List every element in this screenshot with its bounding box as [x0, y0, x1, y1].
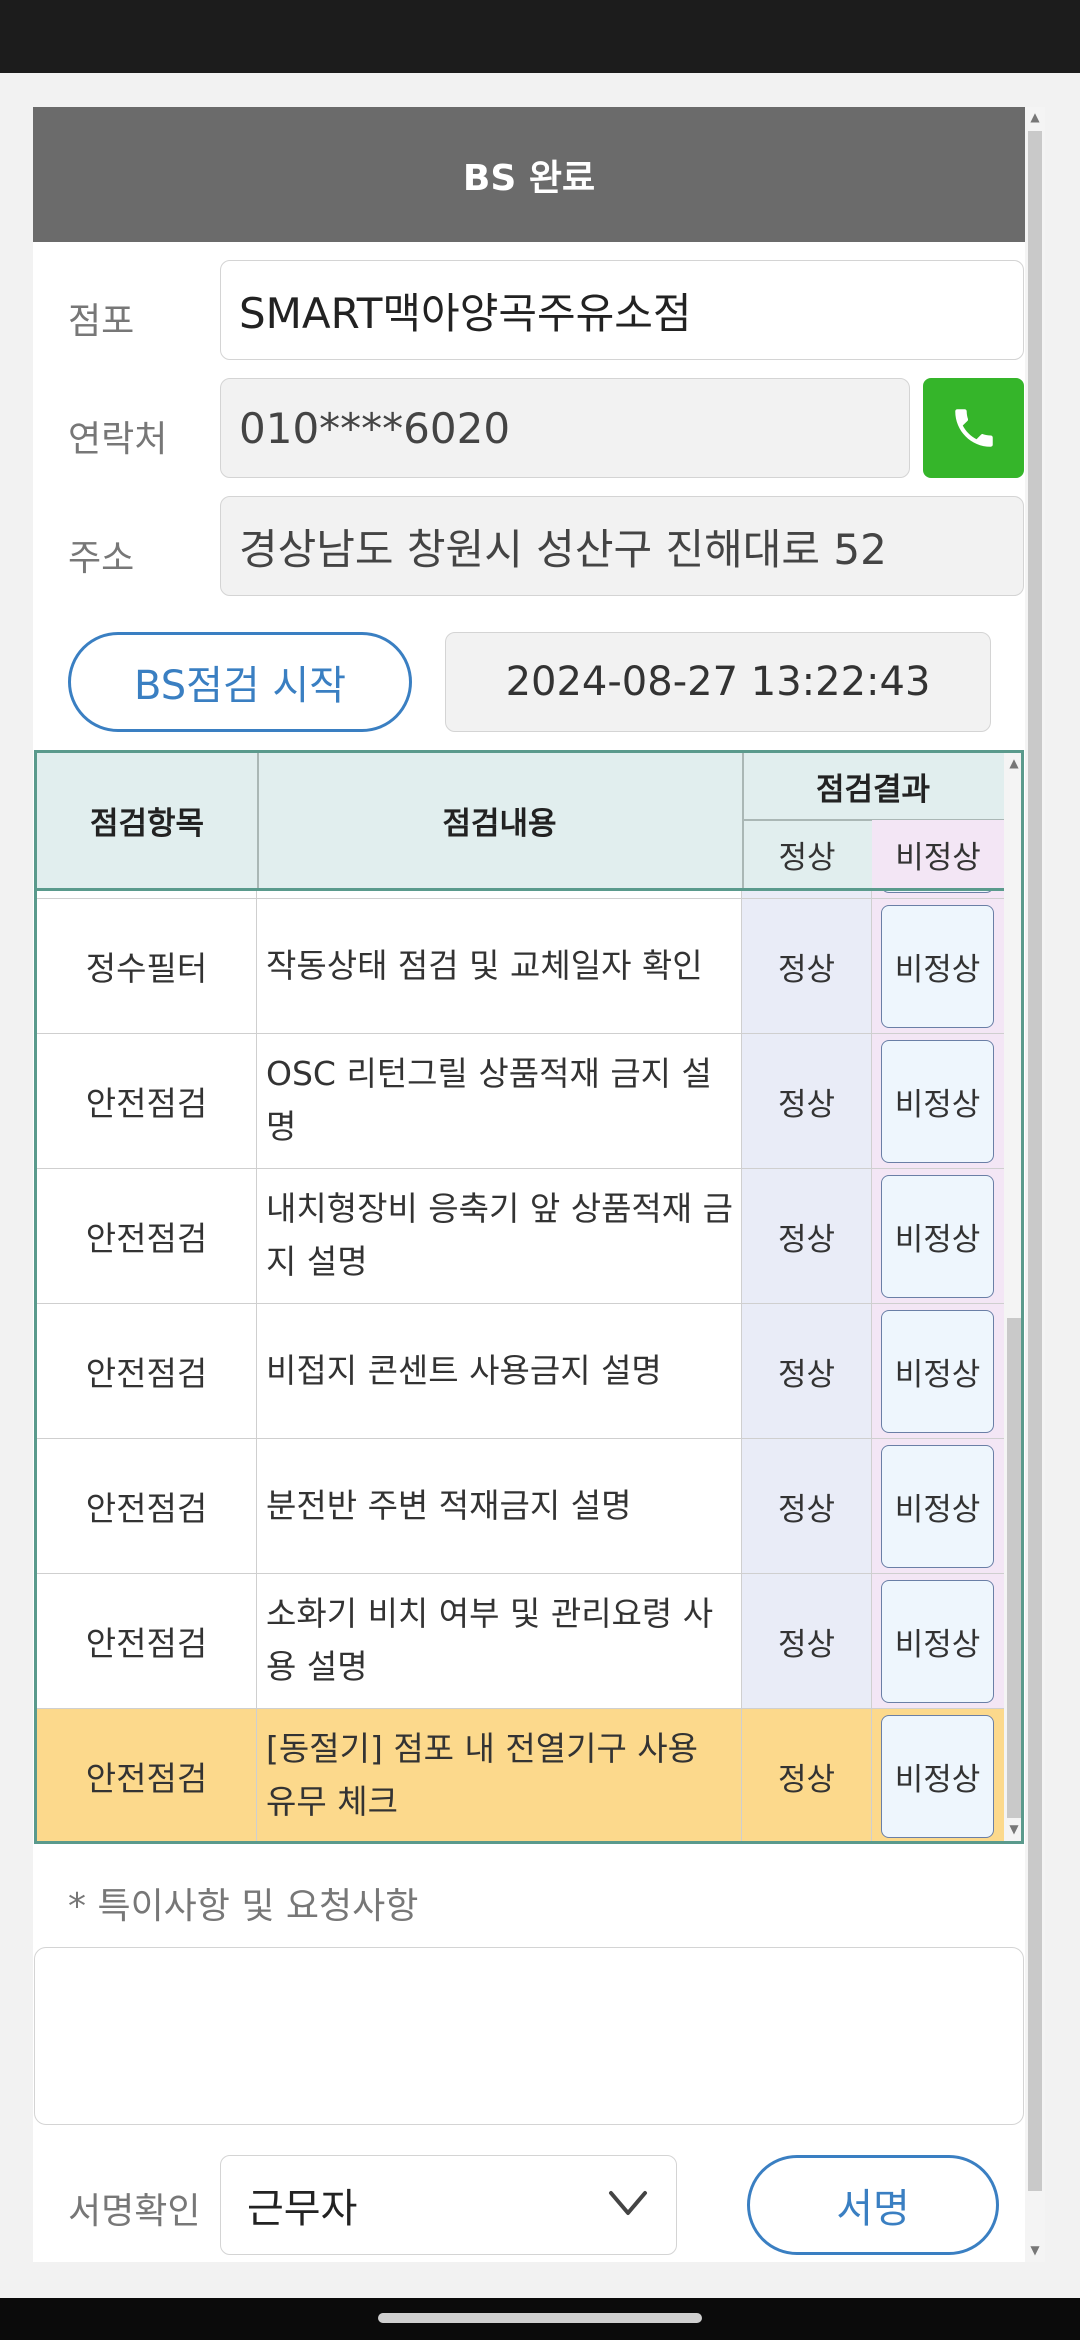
normal-option[interactable]: 정상: [742, 1034, 872, 1168]
abnormal-button[interactable]: 비정상: [881, 1580, 994, 1703]
header-category: 점검항목: [89, 806, 205, 842]
scroll-up-icon[interactable]: ▲: [1006, 755, 1021, 771]
table-row: 안전점검 내치형장비 응축기 앞 상품적재 금지 설명 정상 비정상: [37, 1169, 1004, 1304]
table-row-highlighted: 안전점검 [동절기] 점포 내 전열기구 사용 유무 체크 정상 비정상: [37, 1709, 1004, 1841]
header-normal: 정상: [778, 839, 836, 876]
table-row: 안전점검 OSC 리턴그릴 상품적재 금지 설명 정상 비정상: [37, 1034, 1004, 1169]
table-header: 점검항목 점검내용 점검결과 정상 비정상: [37, 753, 1004, 891]
abnormal-button[interactable]: [881, 891, 994, 893]
abnormal-button[interactable]: 비정상: [881, 1175, 994, 1298]
normal-option[interactable]: 정상: [742, 1439, 872, 1573]
address-label: 주소: [68, 538, 135, 579]
row-content: 작동상태 점검 및 교체일자 확인: [257, 899, 742, 1033]
row-content: 소화기 비치 여부 및 관리요령 사용 설명: [257, 1574, 742, 1708]
notes-textarea[interactable]: [34, 1947, 1024, 2125]
address-field: 경상남도 창원시 성산구 진해대로 52: [220, 496, 1024, 596]
table-row: 안전점검 비접지 콘센트 사용금지 설명 정상 비정상: [37, 1304, 1004, 1439]
row-content: 내치형장비 응축기 앞 상품적재 금지 설명: [257, 1169, 742, 1303]
abnormal-button[interactable]: 비정상: [881, 1715, 994, 1838]
row-category: 안전점검: [37, 1709, 257, 1841]
abnormal-button[interactable]: 비정상: [881, 1310, 994, 1433]
table-body: 정수필터 작동상태 점검 및 교체일자 확인 정상 비정상 안전점검 OSC 리…: [37, 891, 1004, 1841]
table-scroll-thumb[interactable]: [1007, 1318, 1021, 1818]
dialog-scroll-thumb[interactable]: [1028, 131, 1042, 2191]
phone-icon: [954, 409, 993, 447]
store-label: 점포: [68, 301, 135, 342]
dialog-title: BS 완료: [33, 107, 1025, 242]
normal-option[interactable]: 정상: [742, 1709, 872, 1841]
dialog-scrollbar[interactable]: ▲ ▼: [1025, 107, 1045, 2262]
row-category: 안전점검: [37, 1034, 257, 1168]
inspection-table: 점검항목 점검내용 점검결과 정상 비정상 정수필터 작동상태 점검 및 교체일…: [34, 750, 1024, 1844]
notes-label: * 특이사항 및 요청사항: [68, 1886, 419, 1927]
table-row: 정수필터 작동상태 점검 및 교체일자 확인 정상 비정상: [37, 899, 1004, 1034]
row-category: 정수필터: [37, 899, 257, 1033]
store-field[interactable]: SMART맥아양곡주유소점: [220, 260, 1024, 360]
normal-option[interactable]: 정상: [742, 1574, 872, 1708]
abnormal-button[interactable]: 비정상: [881, 905, 994, 1028]
signer-select-value: 근무자: [247, 2186, 358, 2232]
row-category: 안전점검: [37, 1439, 257, 1573]
bs-complete-dialog: BS 완료 점포 SMART맥아양곡주유소점 연락처 010****6020 주…: [33, 107, 1025, 2262]
header-result: 점검결과: [815, 771, 931, 808]
status-bar: [0, 0, 1080, 73]
header-content: 점검내용: [442, 806, 557, 842]
table-row: 안전점검 소화기 비치 여부 및 관리요령 사용 설명 정상 비정상: [37, 1574, 1004, 1709]
inspection-datetime: 2024-08-27 13:22:43: [445, 632, 991, 732]
row-category: 안전점검: [37, 1169, 257, 1303]
scroll-up-icon[interactable]: ▲: [1027, 109, 1043, 125]
row-category: 안전점검: [37, 1574, 257, 1708]
row-content: OSC 리턴그릴 상품적재 금지 설명: [257, 1034, 742, 1168]
normal-option[interactable]: 정상: [742, 1169, 872, 1303]
chevron-down-icon: [609, 2191, 647, 2215]
scroll-down-icon[interactable]: ▼: [1027, 2242, 1043, 2258]
home-gesture-handle[interactable]: [378, 2313, 702, 2323]
row-content: 비접지 콘센트 사용금지 설명: [257, 1304, 742, 1438]
normal-option[interactable]: 정상: [742, 1304, 872, 1438]
abnormal-button[interactable]: 비정상: [881, 1445, 994, 1568]
abnormal-button[interactable]: 비정상: [881, 1040, 994, 1163]
normal-option[interactable]: 정상: [742, 899, 872, 1033]
row-content: 분전반 주변 적재금지 설명: [257, 1439, 742, 1573]
scroll-down-icon[interactable]: ▼: [1006, 1821, 1021, 1837]
contact-field: 010****6020: [220, 378, 910, 478]
table-scrollbar[interactable]: ▲ ▼: [1004, 753, 1021, 1841]
contact-label: 연락처: [68, 419, 168, 460]
row-content: [동절기] 점포 내 전열기구 사용 유무 체크: [257, 1709, 742, 1841]
sign-button[interactable]: 서명: [747, 2155, 999, 2255]
table-row: 안전점검 분전반 주변 적재금지 설명 정상 비정상: [37, 1439, 1004, 1574]
signature-label: 서명확인: [68, 2191, 201, 2232]
row-category: 안전점검: [37, 1304, 257, 1438]
table-row-partial: [37, 891, 1004, 899]
header-abnormal: 비정상: [872, 820, 1004, 888]
signer-select[interactable]: 근무자: [220, 2155, 677, 2255]
bs-inspection-start-button[interactable]: BS점검 시작: [68, 632, 412, 732]
call-button[interactable]: [923, 378, 1024, 478]
